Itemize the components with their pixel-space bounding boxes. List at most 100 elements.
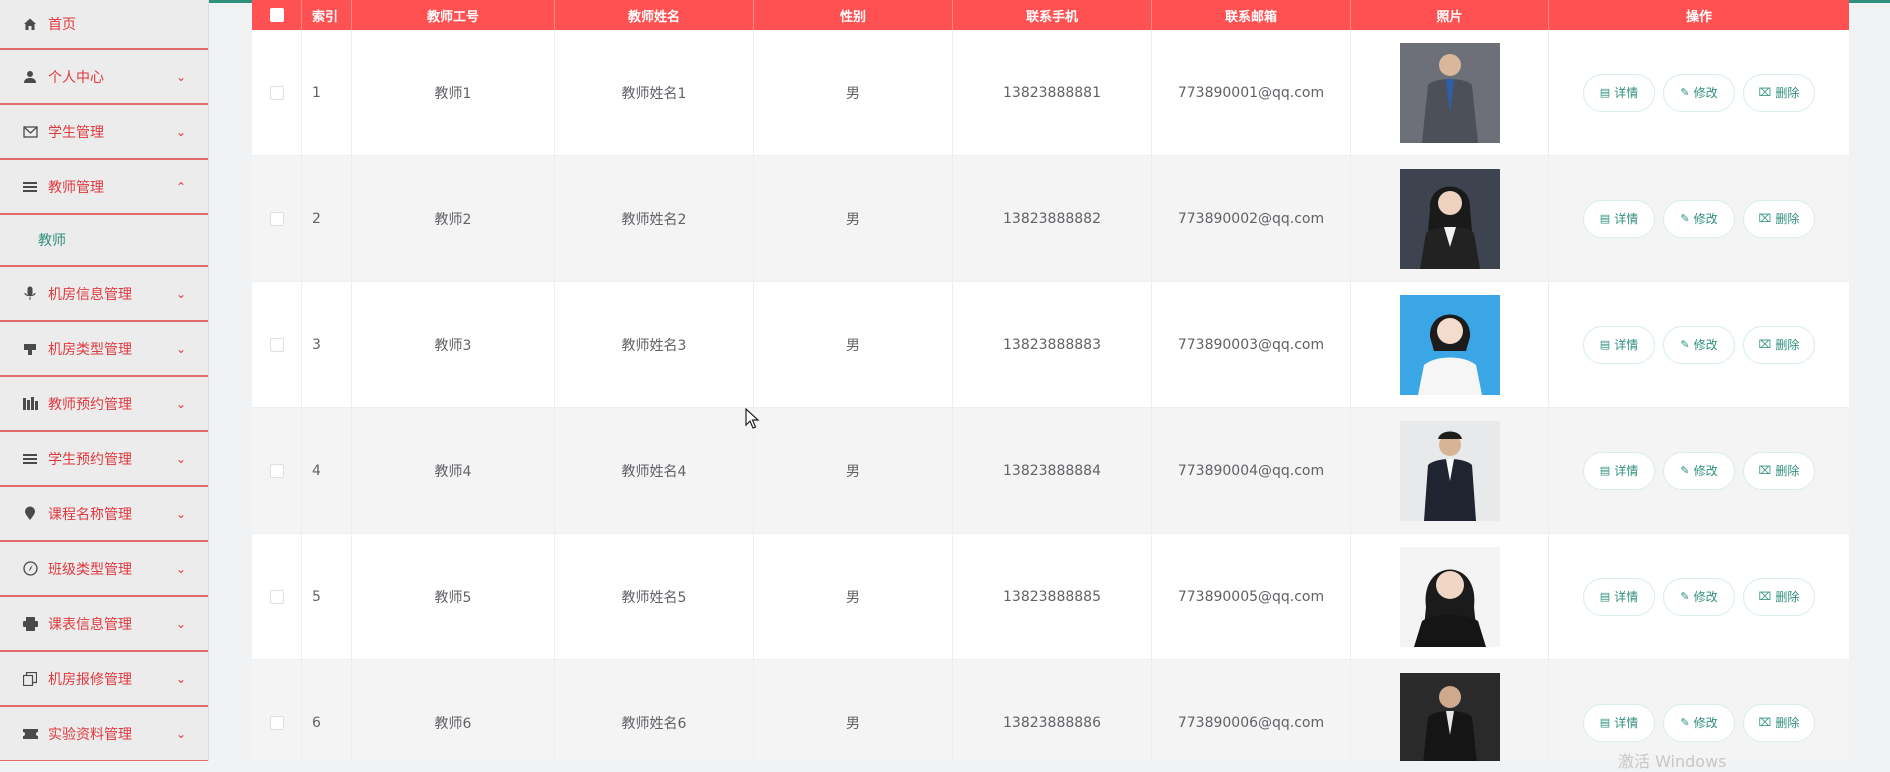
sidebar-item-label: 课表信息管理 xyxy=(48,616,132,633)
column-header-index[interactable]: 索引 xyxy=(302,0,352,30)
sidebar-item-course-name-management[interactable]: 课程名称管理 ⌄ xyxy=(0,487,208,542)
cell-email: 773890006@qq.com xyxy=(1152,660,1351,761)
chevron-up-icon: ⌃ xyxy=(175,179,186,194)
document-icon: ▤ xyxy=(1599,716,1611,729)
row-checkbox[interactable] xyxy=(269,715,284,730)
actions-cell: ▤ 详情 ✎ 修改 ⌧ 删除 xyxy=(1549,30,1849,155)
edit-button[interactable]: ✎ 修改 xyxy=(1663,73,1735,112)
chevron-down-icon: ⌄ xyxy=(175,124,186,139)
cell-teacher-id: 教师6 xyxy=(352,660,555,761)
chevron-down-icon: ⌄ xyxy=(175,451,186,466)
column-header-actions: 操作 xyxy=(1685,9,1712,25)
trash-icon: ⌧ xyxy=(1758,716,1772,729)
sidebar-item-label: 学生预约管理 xyxy=(48,451,132,468)
delete-button[interactable]: ⌧ 删除 xyxy=(1743,703,1815,742)
trash-icon: ⌧ xyxy=(1758,212,1772,225)
chevron-down-icon: ⌄ xyxy=(175,506,186,521)
list-icon xyxy=(22,179,38,195)
sidebar-item-label: 机房信息管理 xyxy=(48,286,132,303)
sidebar-item-schedule-management[interactable]: 课表信息管理 ⌄ xyxy=(0,597,208,652)
sidebar-item-lab-materials-management[interactable]: 实验资料管理 ⌄ xyxy=(0,707,208,761)
cell-teacher-id: 教师5 xyxy=(352,534,555,659)
pin-icon xyxy=(22,506,38,522)
column-header-teacher-id[interactable]: 教师工号 xyxy=(352,0,555,30)
sidebar-item-label: 首页 xyxy=(48,17,76,33)
delete-button[interactable]: ⌧ 删除 xyxy=(1743,577,1815,616)
bars-icon xyxy=(22,396,38,412)
edit-button[interactable]: ✎ 修改 xyxy=(1663,199,1735,238)
row-checkbox[interactable] xyxy=(269,463,284,478)
teacher-photo[interactable] xyxy=(1399,672,1500,762)
cell-index: 3 xyxy=(302,282,352,407)
edit-button[interactable]: ✎ 修改 xyxy=(1663,325,1735,364)
delete-button[interactable]: ⌧ 删除 xyxy=(1743,325,1815,364)
row-checkbox[interactable] xyxy=(269,589,284,604)
sidebar-item-student-booking-management[interactable]: 学生预约管理 ⌄ xyxy=(0,432,208,487)
sidebar-item-class-type-management[interactable]: 班级类型管理 ⌄ xyxy=(0,542,208,597)
printer-icon xyxy=(22,616,38,632)
table-row: 4 教师4 教师姓名4 男 13823888884 773890004@qq.c… xyxy=(252,408,1849,534)
detail-button[interactable]: ▤ 详情 xyxy=(1583,451,1655,490)
trash-icon: ⌧ xyxy=(1758,464,1772,477)
table-row: 5 教师5 教师姓名5 男 13823888885 773890005@qq.c… xyxy=(252,534,1849,660)
teacher-photo[interactable] xyxy=(1399,546,1500,647)
row-checkbox[interactable] xyxy=(269,85,284,100)
column-header-phone[interactable]: 联系手机 xyxy=(953,0,1152,30)
teacher-photo[interactable] xyxy=(1399,168,1500,269)
delete-button[interactable]: ⌧ 删除 xyxy=(1743,451,1815,490)
mail-icon xyxy=(22,124,38,140)
column-header-teacher-name[interactable]: 教师姓名 xyxy=(555,0,754,30)
detail-button[interactable]: ▤ 详情 xyxy=(1583,73,1655,112)
edit-button[interactable]: ✎ 修改 xyxy=(1663,703,1735,742)
delete-button[interactable]: ⌧ 删除 xyxy=(1743,199,1815,238)
cell-email: 773890003@qq.com xyxy=(1152,282,1351,407)
sidebar-subitem-label: 教师 xyxy=(38,233,66,249)
teacher-photo[interactable] xyxy=(1399,420,1500,521)
trash-icon: ⌧ xyxy=(1758,590,1772,603)
cell-gender: 男 xyxy=(754,156,953,281)
cell-index: 4 xyxy=(302,408,352,533)
sidebar-item-home[interactable]: 首页 xyxy=(0,0,208,50)
edit-button[interactable]: ✎ 修改 xyxy=(1663,577,1735,616)
sidebar-item-lab-info-management[interactable]: 机房信息管理 ⌄ xyxy=(0,267,208,322)
pencil-icon: ✎ xyxy=(1680,590,1690,603)
detail-button[interactable]: ▤ 详情 xyxy=(1583,325,1655,364)
cell-phone: 13823888885 xyxy=(953,534,1152,659)
sidebar-item-label: 教师管理 xyxy=(48,179,104,196)
cell-gender: 男 xyxy=(754,282,953,407)
sidebar: 首页 个人中心 ⌄ 学生管理 ⌄ 教师管理 ⌃ 教师 机房信息管理 ⌄ 机房类型… xyxy=(0,0,209,761)
sidebar-item-lab-type-management[interactable]: 机房类型管理 ⌄ xyxy=(0,322,208,377)
edit-button[interactable]: ✎ 修改 xyxy=(1663,451,1735,490)
column-header-email[interactable]: 联系邮箱 xyxy=(1152,0,1351,30)
cell-email: 773890001@qq.com xyxy=(1152,30,1351,155)
sidebar-item-label: 机房报修管理 xyxy=(48,671,132,688)
delete-button[interactable]: ⌧ 删除 xyxy=(1743,73,1815,112)
actions-cell: ▤ 详情 ✎ 修改 ⌧ 删除 xyxy=(1549,408,1849,533)
select-all-cell xyxy=(252,0,302,30)
sidebar-item-repair-management[interactable]: 机房报修管理 ⌄ xyxy=(0,652,208,707)
detail-button[interactable]: ▤ 详情 xyxy=(1583,577,1655,616)
home-icon xyxy=(22,16,38,32)
document-icon: ▤ xyxy=(1599,212,1611,225)
teacher-photo[interactable] xyxy=(1399,294,1500,395)
column-header-photo[interactable]: 照片 xyxy=(1351,0,1549,30)
row-checkbox[interactable] xyxy=(269,211,284,226)
sidebar-item-teacher-management[interactable]: 教师管理 ⌃ xyxy=(0,160,208,215)
column-header-gender[interactable]: 性别 xyxy=(754,0,953,30)
sidebar-item-student-management[interactable]: 学生管理 ⌄ xyxy=(0,105,208,160)
row-checkbox[interactable] xyxy=(269,337,284,352)
cell-teacher-name: 教师姓名3 xyxy=(555,282,754,407)
select-all-checkbox[interactable] xyxy=(269,8,284,22)
cell-teacher-name: 教师姓名5 xyxy=(555,534,754,659)
compass-icon xyxy=(22,561,38,577)
sidebar-subitem-teacher[interactable]: 教师 xyxy=(0,215,208,267)
sidebar-item-personal-center[interactable]: 个人中心 ⌄ xyxy=(0,50,208,105)
chevron-down-icon: ⌄ xyxy=(175,286,186,301)
teacher-photo[interactable] xyxy=(1399,42,1500,143)
detail-button[interactable]: ▤ 详情 xyxy=(1583,199,1655,238)
mic-icon xyxy=(22,286,38,302)
actions-cell: ▤ 详情 ✎ 修改 ⌧ 删除 xyxy=(1549,156,1849,281)
detail-button[interactable]: ▤ 详情 xyxy=(1583,703,1655,742)
sidebar-item-teacher-booking-management[interactable]: 教师预约管理 ⌄ xyxy=(0,377,208,432)
windows-activation-watermark: 激活 Windows xyxy=(1618,752,1727,771)
